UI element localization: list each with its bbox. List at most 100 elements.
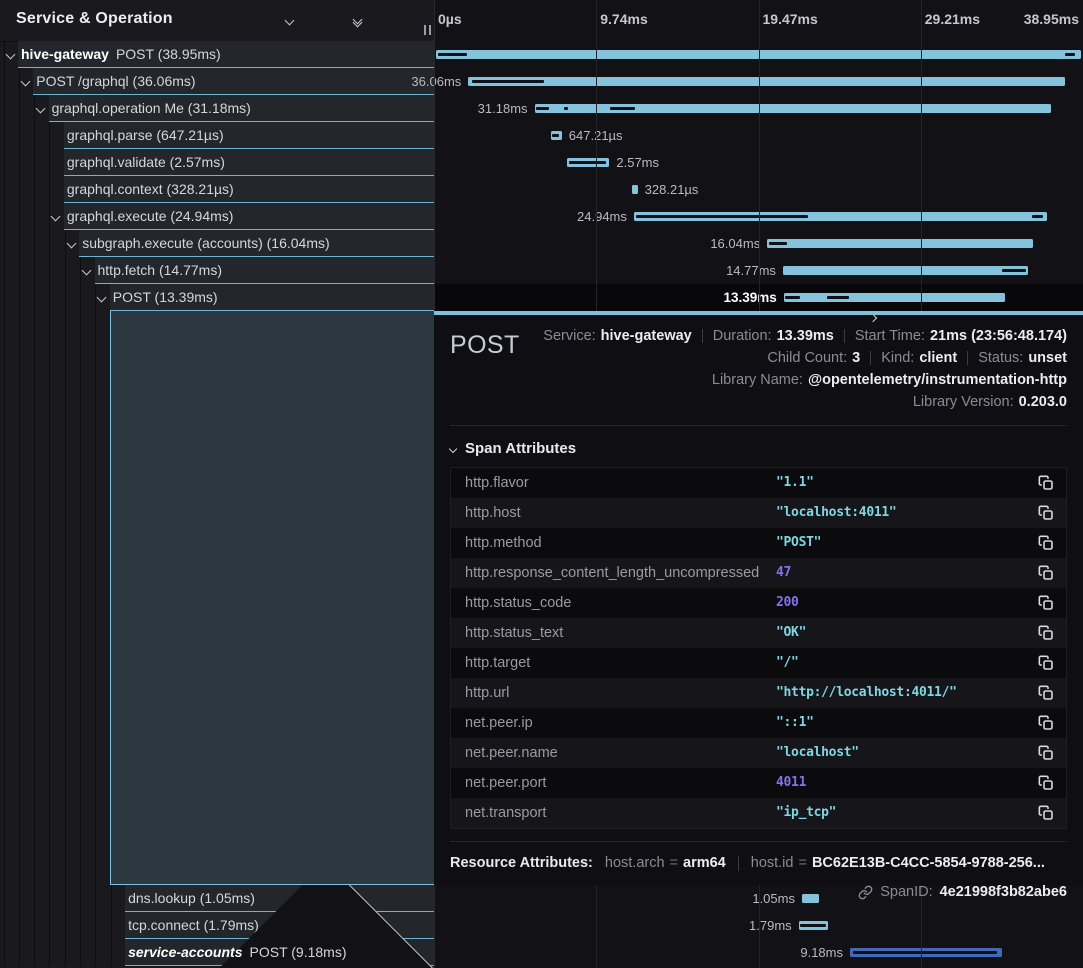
copy-icon[interactable] [1038,535,1054,551]
duration-label: 14.77ms [726,263,776,278]
chevron-down-icon[interactable] [66,239,76,249]
child-span-mark [785,296,801,299]
tree-row[interactable]: subgraph.execute (accounts) (16.04ms) [0,230,434,257]
double-chevron-down-icon[interactable] [348,12,366,30]
span-id-footer: SpanID: 4e21998f3b82abe6 [450,884,1067,900]
attribute-key: http.response_content_length_uncompresse… [465,565,759,581]
attribute-row: net.peer.port4011 [451,768,1066,798]
divider [450,425,1067,426]
copy-icon[interactable] [1038,565,1054,581]
copy-icon[interactable] [1038,505,1054,521]
chevron-down-icon[interactable] [97,293,107,303]
service-operation-header: Service & Operation [0,0,434,42]
attribute-row: http.host"localhost:4011" [451,498,1066,528]
chevron-down-icon[interactable] [280,12,298,30]
span-bar[interactable] [783,266,1028,275]
child-span-mark [827,296,849,299]
span-title: POST [450,325,520,413]
copy-icon[interactable] [1038,595,1054,611]
chevron-down-icon[interactable] [5,50,15,60]
span-id-value: 4e21998f3b82abe6 [940,884,1067,900]
span-attributes-toggle[interactable]: Span Attributes [450,440,1067,457]
attribute-value: "localhost" [776,738,859,768]
panel-resize-grip[interactable] [424,25,431,35]
trace-viewer: Service & Operation hive-gateway POST (3… [0,0,1083,968]
copy-icon[interactable] [1038,715,1054,731]
span-label: hive-gateway POST (38.95ms) [21,46,221,62]
child-span-mark [552,134,559,137]
attribute-key: http.target [465,655,530,671]
child-span-mark [564,107,567,110]
chevron-right-icon[interactable] [314,12,332,30]
attribute-value: 200 [776,588,799,618]
chevron-down-icon[interactable] [82,266,92,276]
span-bar[interactable] [567,158,610,167]
attribute-key: net.peer.port [465,775,546,791]
copy-icon[interactable] [1038,655,1054,671]
copy-icon[interactable] [1038,685,1054,701]
resource-attributes-items: host.arch=arm64host.id=BC62E13B-C4CC-585… [605,855,1045,871]
tree-row[interactable]: POST (13.39ms) [0,284,434,311]
meta-label: Child Count: [767,350,847,366]
span-bar[interactable] [767,239,1033,248]
span-label: dns.lookup (1.05ms) [128,890,255,906]
tree-row[interactable]: graphql.execute (24.94ms) [0,203,434,230]
tree-row[interactable]: graphql.context (328.21µs) [0,176,434,203]
span-bar[interactable] [535,104,1051,113]
tree-row[interactable]: hive-gateway POST (38.95ms) [0,41,434,68]
selected-span-detail-block [110,311,434,885]
double-chevron-right-icon[interactable] [382,12,400,30]
span-bar[interactable] [468,77,1065,86]
chevron-down-icon[interactable] [36,104,46,114]
meta-value: hive-gateway [601,328,692,344]
resource-attributes-title: Resource Attributes: [450,855,593,871]
copy-icon[interactable] [1038,775,1054,791]
span-bar[interactable] [784,293,1006,302]
span-bar[interactable] [634,212,1047,221]
span-label: graphql.parse (647.21µs) [67,127,224,143]
span-label: graphql.execute (24.94ms) [67,208,234,224]
chevron-down-icon[interactable] [20,77,30,87]
tree-toolbar [280,0,400,41]
detail-spacer [0,311,434,885]
chevron-down-icon[interactable] [51,212,61,222]
span-label: service-accounts POST (9.18ms) [128,944,346,960]
meta-label: Service: [543,328,595,344]
tree-row[interactable]: graphql.validate (2.57ms) [0,149,434,176]
span-bar[interactable] [551,131,562,140]
span-label: subgraph.execute (accounts) (16.04ms) [82,235,329,251]
tree-row[interactable]: graphql.parse (647.21µs) [0,122,434,149]
tree-row[interactable]: graphql.operation Me (31.18ms) [0,95,434,122]
child-span-mark [1032,215,1043,218]
duration-label: 24.94ms [577,209,627,224]
copy-icon[interactable] [1038,745,1054,761]
attribute-key: http.status_text [465,625,563,641]
tree-row[interactable]: http.fetch (14.77ms) [0,257,434,284]
copy-icon[interactable] [1038,805,1054,821]
attribute-key: http.status_code [465,595,571,611]
attribute-row: http.status_text"OK" [451,618,1066,648]
duration-label: 1.79ms [749,918,792,933]
span-detail-header: POST Service:hive-gatewayDuration:13.39m… [450,325,1067,413]
copy-icon[interactable] [1038,475,1054,491]
attribute-key: http.flavor [465,475,529,491]
duration-label: 13.39ms [723,290,776,305]
attribute-row: net.peer.ip"::1" [451,708,1066,738]
tree-row[interactable]: service-accounts POST (9.18ms) [0,939,434,966]
child-span-mark [800,924,826,927]
meta-label: Library Name: [712,372,803,388]
timeline-tick: 29.21ms [925,11,980,27]
resource-attributes-row[interactable]: Resource Attributes: host.arch=arm64host… [450,855,1067,871]
span-bar[interactable] [799,921,829,930]
link-icon[interactable] [858,885,873,900]
attribute-row: net.transport"ip_tcp" [451,798,1066,828]
span-id-label: SpanID: [880,884,932,900]
span-bar[interactable] [850,948,1002,957]
attribute-row: net.peer.name"localhost" [451,738,1066,768]
span-attributes-title: Span Attributes [465,440,576,457]
attribute-value: "POST" [776,528,821,558]
copy-icon[interactable] [1038,625,1054,641]
tree-row[interactable]: POST /graphql (36.06ms) [0,68,434,95]
span-bar[interactable] [632,185,637,194]
child-span-mark [1065,53,1075,56]
